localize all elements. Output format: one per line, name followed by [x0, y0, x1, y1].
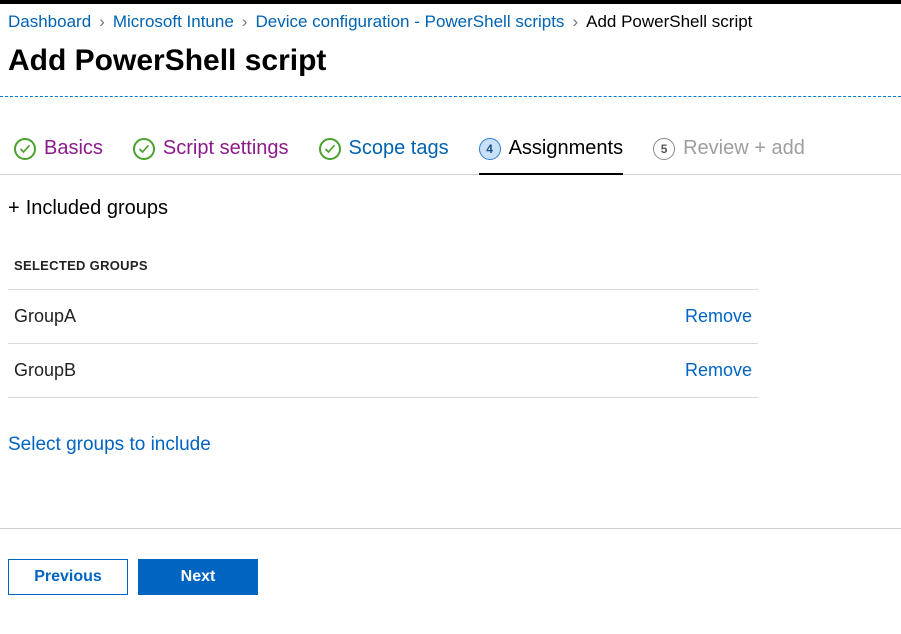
tab-basics[interactable]: Basics [14, 137, 103, 174]
plus-icon: + [8, 197, 20, 220]
tab-label: Basics [44, 137, 103, 160]
breadcrumb: Dashboard › Microsoft Intune › Device co… [0, 4, 901, 38]
tab-script-settings[interactable]: Script settings [133, 137, 289, 174]
tab-label: Scope tags [349, 137, 449, 160]
footer-actions: Previous Next [0, 529, 901, 617]
page-title: Add PowerShell script [0, 38, 901, 96]
included-groups-label: Included groups [26, 197, 168, 220]
selected-groups-header: SELECTED GROUPS [8, 220, 893, 289]
step-number-icon: 4 [479, 138, 501, 160]
next-button[interactable]: Next [138, 559, 258, 595]
breadcrumb-current: Add PowerShell script [586, 12, 752, 32]
check-icon [319, 138, 341, 160]
chevron-right-icon: › [91, 12, 113, 32]
remove-link[interactable]: Remove [685, 360, 752, 381]
chevron-right-icon: › [564, 12, 586, 32]
previous-button[interactable]: Previous [8, 559, 128, 595]
tab-label: Assignments [509, 137, 624, 160]
step-number-icon: 5 [653, 138, 675, 160]
table-row: GroupB Remove [8, 344, 758, 398]
tab-assignments[interactable]: 4 Assignments [479, 137, 624, 174]
wizard-tabs: Basics Script settings Scope tags 4 Assi… [0, 97, 901, 175]
breadcrumb-intune[interactable]: Microsoft Intune [113, 12, 234, 32]
group-name: GroupB [14, 360, 76, 381]
breadcrumb-dashboard[interactable]: Dashboard [8, 12, 91, 32]
tab-label: Review + add [683, 137, 805, 160]
assignments-panel: + Included groups SELECTED GROUPS GroupA… [0, 175, 901, 456]
check-icon [14, 138, 36, 160]
remove-link[interactable]: Remove [685, 306, 752, 327]
chevron-right-icon: › [234, 12, 256, 32]
select-groups-link[interactable]: Select groups to include [8, 398, 893, 456]
selected-groups-table: GroupA Remove GroupB Remove [8, 289, 758, 398]
tab-label: Script settings [163, 137, 289, 160]
included-groups-toggle[interactable]: + Included groups [8, 197, 893, 220]
breadcrumb-device-config[interactable]: Device configuration - PowerShell script… [255, 12, 564, 32]
group-name: GroupA [14, 306, 76, 327]
tab-review-add: 5 Review + add [653, 137, 805, 174]
check-icon [133, 138, 155, 160]
tab-scope-tags[interactable]: Scope tags [319, 137, 449, 174]
table-row: GroupA Remove [8, 290, 758, 344]
